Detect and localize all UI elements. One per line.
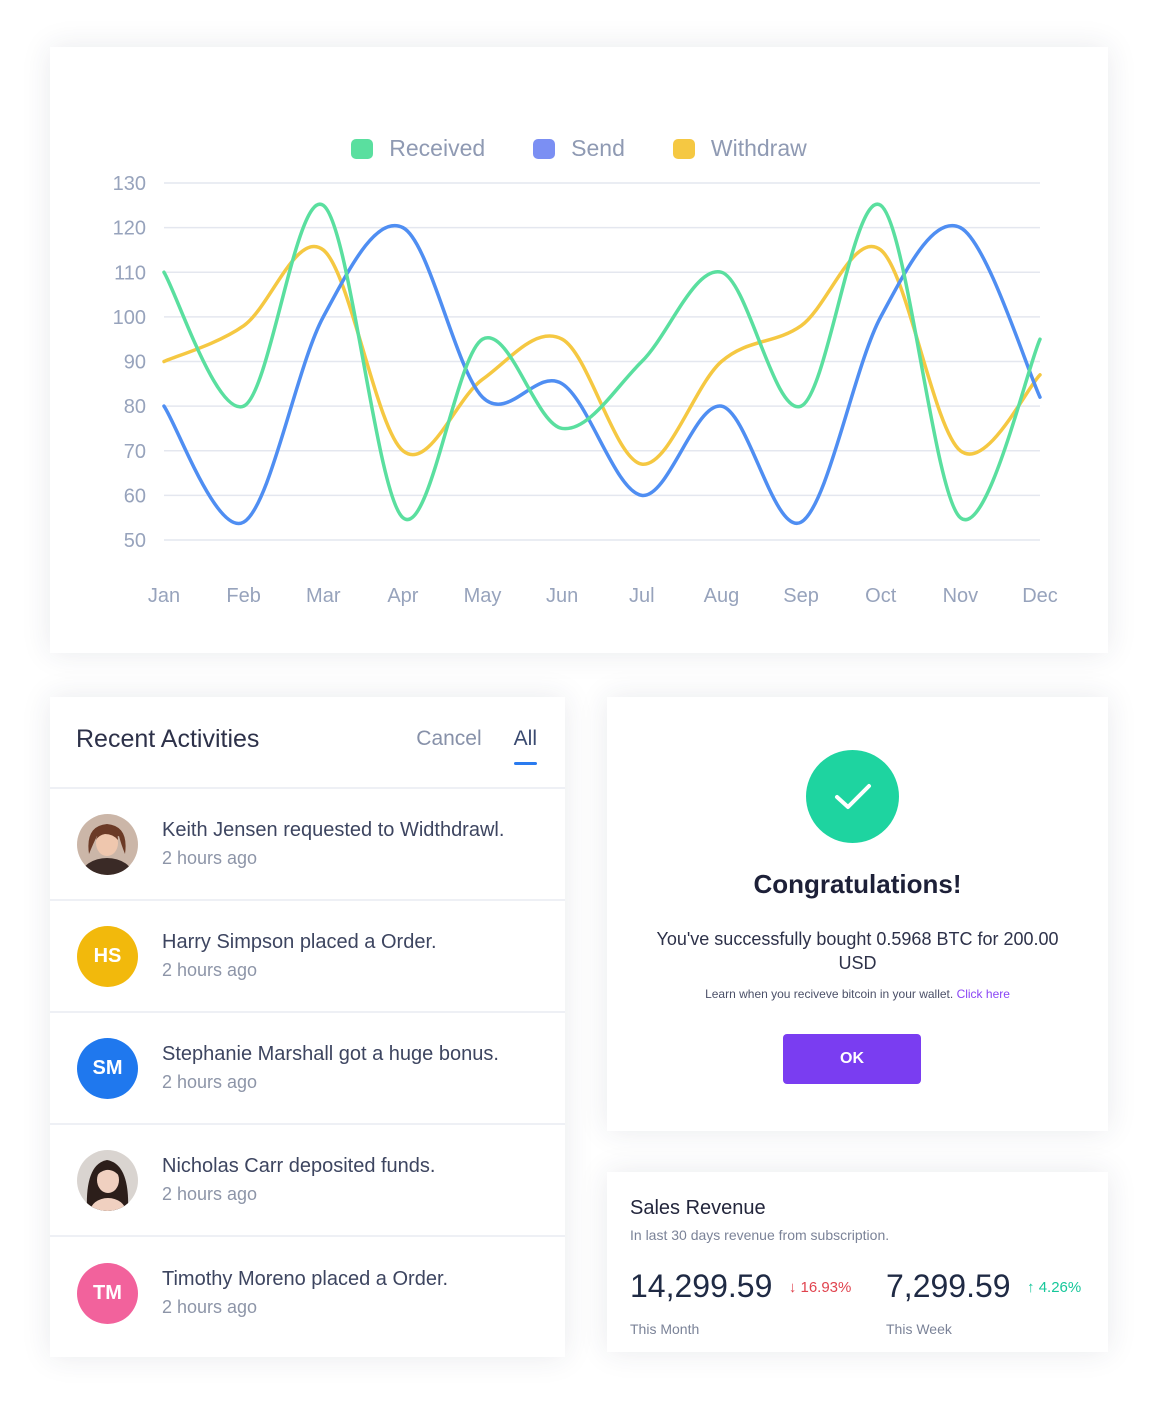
- x-tick-label: Oct: [865, 585, 897, 607]
- sales-title: Sales Revenue: [630, 1197, 766, 1219]
- ok-button[interactable]: OK: [783, 1034, 921, 1084]
- sales-revenue-card: Sales Revenue In last 30 days revenue fr…: [607, 1172, 1108, 1352]
- series-line-withdraw: [162, 245, 1042, 466]
- success-note: Learn when you reciveve bitcoin in your …: [607, 987, 1108, 1001]
- stat-month-change: ↓ 16.93%: [789, 1279, 852, 1296]
- activity-text: Keith Jensen requested to Widthdrawl. 2 …: [162, 819, 504, 869]
- activity-time: 2 hours ago: [162, 1072, 258, 1092]
- x-tick-label: Jun: [546, 585, 578, 607]
- activity-text: Nicholas Carr deposited funds. 2 hours a…: [162, 1155, 435, 1205]
- success-note-text: Learn when you reciveve bitcoin in your …: [705, 987, 954, 1001]
- series-line-send: [162, 223, 1042, 526]
- x-tick-label: Jan: [148, 585, 180, 607]
- activity-time: 2 hours ago: [162, 1184, 258, 1204]
- transactions-chart-card: Received Send Withdraw 50 60 70 80 90 100 110 1…: [50, 47, 1108, 653]
- success-check-icon: [806, 750, 899, 843]
- activity-item[interactable]: Keith Jensen requested to Widthdrawl. 2 …: [50, 789, 565, 901]
- activity-message: Harry Simpson placed a Order.: [162, 931, 437, 953]
- x-tick-label: Nov: [943, 585, 979, 607]
- tab-all[interactable]: All: [513, 727, 538, 765]
- stat-week-value: 7,299.59: [886, 1268, 1011, 1304]
- activity-message: Stephanie Marshall got a huge bonus.: [162, 1043, 499, 1065]
- avatar: [77, 1149, 138, 1211]
- activity-item[interactable]: HS Harry Simpson placed a Order. 2 hours…: [50, 901, 565, 1013]
- arrow-up-icon: ↑: [1027, 1279, 1035, 1296]
- recent-activities-card: Recent Activities Cancel All Keith Jense…: [50, 697, 565, 1357]
- activities-header: Recent Activities Cancel All: [50, 697, 565, 789]
- activity-item[interactable]: SM Stephanie Marshall got a huge bonus. …: [50, 1013, 565, 1125]
- y-tick-label: 50: [124, 530, 146, 552]
- activity-message: Keith Jensen requested to Widthdrawl.: [162, 819, 505, 841]
- activity-text: Stephanie Marshall got a huge bonus. 2 h…: [162, 1043, 499, 1093]
- y-tick-label: 60: [124, 485, 146, 507]
- activity-text: Timothy Moreno placed a Order. 2 hours a…: [162, 1268, 448, 1318]
- woman-photo-avatar: [77, 1149, 138, 1211]
- y-tick-label: 70: [124, 441, 146, 463]
- stat-week-label: This Week: [886, 1321, 952, 1337]
- x-tick-label: Aug: [704, 585, 740, 607]
- activities-tabs: Cancel All: [416, 727, 538, 765]
- x-tick-label: Mar: [306, 585, 341, 607]
- y-tick-label: 130: [113, 173, 146, 195]
- line-chart: 50 60 70 80 90 100 110 120 130 Jan Feb Mar Apr May Jun…: [113, 173, 1058, 607]
- success-message: You've successfully bought 0.5968 BTC fo…: [656, 929, 1059, 973]
- x-tick-label: Jul: [629, 585, 655, 607]
- stat-month-change-value: 16.93%: [800, 1279, 852, 1296]
- stat-month-value: 14,299.59: [630, 1268, 773, 1304]
- y-tick-label: 100: [113, 307, 146, 329]
- stat-this-month: 14,299.59 ↓ 16.93% This Month: [630, 1268, 851, 1337]
- tab-cancel[interactable]: Cancel: [416, 727, 481, 765]
- activity-item[interactable]: Nicholas Carr deposited funds. 2 hours a…: [50, 1125, 565, 1237]
- x-tick-label: Feb: [226, 585, 260, 607]
- y-tick-label: 110: [114, 262, 146, 284]
- activity-message: Timothy Moreno placed a Order.: [162, 1268, 449, 1290]
- activity-message: Nicholas Carr deposited funds.: [162, 1155, 436, 1177]
- x-tick-label: Dec: [1022, 585, 1058, 607]
- activity-text: Harry Simpson placed a Order. 2 hours ag…: [162, 931, 437, 981]
- stat-this-week: 7,299.59 ↑ 4.26% This Week: [886, 1268, 1081, 1337]
- stat-month-label: This Month: [630, 1321, 700, 1337]
- sales-subtitle: In last 30 days revenue from subscriptio…: [630, 1227, 890, 1243]
- y-tick-label: 120: [113, 218, 146, 240]
- x-tick-label: May: [464, 585, 502, 607]
- y-tick-label: 80: [124, 396, 146, 418]
- avatar: TM: [77, 1262, 138, 1324]
- stat-week-change: ↑ 4.26%: [1027, 1279, 1081, 1296]
- activity-time: 2 hours ago: [162, 848, 258, 868]
- purchase-success-card: Congratulations! You've successfully bou…: [607, 697, 1108, 1131]
- y-tick-label: 90: [124, 352, 146, 374]
- avatar: [77, 813, 138, 875]
- x-tick-label: Sep: [783, 585, 819, 607]
- activities-title: Recent Activities: [76, 725, 260, 753]
- checkmark-icon: [834, 783, 871, 809]
- x-tick-label: Apr: [387, 585, 418, 607]
- avatar: HS: [77, 925, 138, 987]
- stat-week-change-value: 4.26%: [1038, 1279, 1082, 1296]
- success-title: Congratulations!: [753, 869, 962, 899]
- click-here-link[interactable]: Click here: [957, 987, 1010, 1001]
- activity-time: 2 hours ago: [162, 960, 258, 980]
- arrow-down-icon: ↓: [788, 1279, 797, 1296]
- activity-item[interactable]: TM Timothy Moreno placed a Order. 2 hour…: [50, 1237, 565, 1349]
- avatar: SM: [77, 1037, 138, 1099]
- woman-photo-avatar: [77, 813, 138, 875]
- activity-time: 2 hours ago: [162, 1297, 258, 1317]
